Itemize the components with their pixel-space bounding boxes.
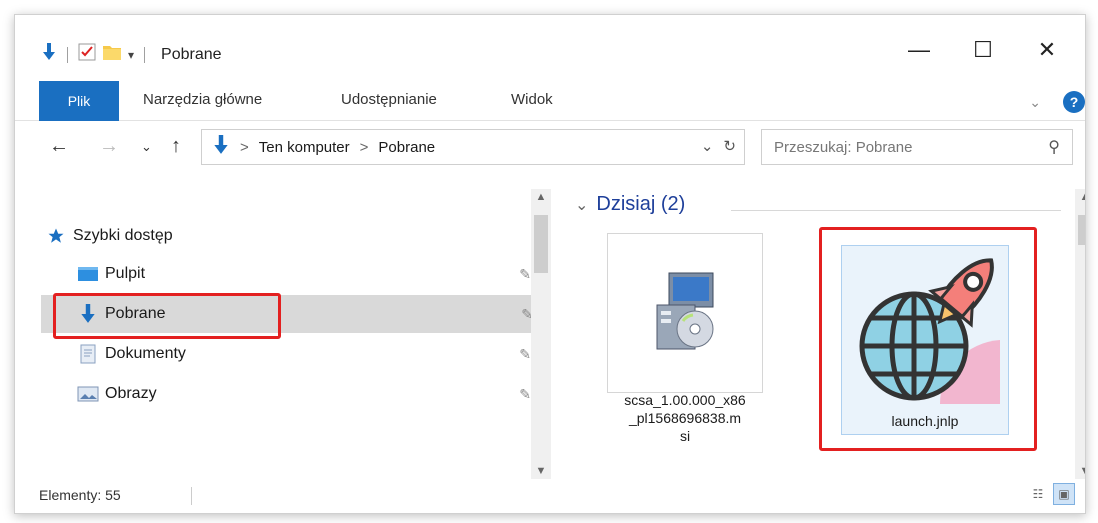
sidebar-item-dokumenty[interactable]: Dokumenty ✎ [77,335,539,373]
nav-item-label: Obrazy [105,385,157,402]
annotation-highlight-pobrane [53,293,281,339]
status-separator [191,487,192,505]
breadcrumb-this-pc[interactable]: Ten komputer [259,139,350,156]
title-bar: ▾ Pobrane — ☐ ✕ [15,15,1085,79]
address-row: ← → ⌄ ↑ > Ten komputer > Pobrane ⌄ ↻ Prz… [15,125,1085,169]
address-bar-end: ⌄ ↻ [701,137,736,155]
group-label: Dzisiaj (2) [596,193,686,215]
breadcrumb-separator[interactable]: > [240,139,249,156]
back-button[interactable]: ← [49,135,69,158]
navigation-pane: Szybki dostęp Pulpit ✎ Pobrane ✎ Dokumen… [15,175,551,479]
details-view-icon[interactable]: ☷ [1027,483,1049,505]
file-list-area: ⌄ Dzisiaj (2) scsa_1.00.000_x86 _pl15686… [571,175,1085,479]
documents-icon [77,344,99,364]
close-button[interactable]: ✕ [1027,37,1067,63]
nav-quick-access[interactable]: Szybki dostęp [45,217,533,255]
file-name-line: si [679,428,691,444]
scroll-down-icon[interactable]: ▼ [531,465,551,477]
pin-icon[interactable]: ✎ [519,386,531,403]
pictures-icon [77,385,99,403]
scrollbar-thumb[interactable] [1078,215,1085,245]
star-icon [45,227,67,245]
large-icons-view-icon[interactable]: ▣ [1053,483,1075,505]
file-item-msi[interactable]: scsa_1.00.000_x86 _pl1568696838.m si [601,235,769,475]
address-dropdown-icon[interactable]: ⌄ [701,137,714,155]
group-header-today[interactable]: ⌄ Dzisiaj (2) [575,193,685,216]
tab-home[interactable]: Narzędzia główne [143,91,262,108]
chevron-down-icon[interactable]: ⌄ [575,195,588,215]
tab-file[interactable]: Plik [39,81,119,121]
download-arrow-icon [212,135,230,159]
annotation-highlight-launch-jnlp [819,227,1037,451]
file-name-line: scsa_1.00.000_x86 [624,392,746,408]
search-placeholder: Przeszukaj: Pobrane [774,138,913,156]
customize-qat-dropdown[interactable]: ▾ [128,48,134,62]
window-title: Pobrane [161,45,222,63]
tab-share[interactable]: Udostępnianie [341,91,437,108]
forward-button[interactable]: → [99,135,119,158]
scroll-up-icon[interactable]: ▲ [1075,191,1085,203]
sidebar-item-pulpit[interactable]: Pulpit ✎ [77,255,539,293]
view-switcher: ☷ ▣ [1027,483,1075,505]
file-explorer-window: ▾ Pobrane — ☐ ✕ Plik Narzędzia główne Ud… [14,14,1086,514]
ribbon-tabs: Plik Narzędzia główne Udostępnianie Wido… [15,81,1085,121]
nav-item-label: Dokumenty [105,345,186,362]
search-input[interactable]: Przeszukaj: Pobrane ⚲ [761,129,1073,165]
search-icon: ⚲ [1048,139,1060,156]
pin-icon[interactable]: ✎ [519,266,531,283]
quick-access-toolbar: ▾ Pobrane [41,43,222,66]
address-bar[interactable]: > Ten komputer > Pobrane ⌄ ↻ [201,129,745,165]
pin-icon[interactable]: ✎ [519,346,531,363]
msi-installer-icon [645,269,725,357]
tab-view[interactable]: Widok [511,91,553,108]
up-button[interactable]: ↑ [171,135,181,158]
download-arrow-icon [41,43,57,66]
nav-item-label: Pulpit [105,265,146,282]
ribbon-expand-icon[interactable]: ⌄ [1029,94,1041,111]
recent-locations-button[interactable]: ⌄ [141,139,152,155]
desktop-icon [77,265,99,283]
scrollbar-thumb[interactable] [534,215,548,273]
new-folder-icon[interactable] [102,43,122,66]
content-scrollbar[interactable]: ▲ ▼ [1075,189,1085,479]
refresh-icon[interactable]: ↻ [723,137,736,155]
nav-scrollbar[interactable]: ▲ ▼ [531,189,551,479]
breadcrumb-downloads[interactable]: Pobrane [378,139,435,156]
scroll-up-icon[interactable]: ▲ [531,191,551,203]
item-count: Elementy: 55 [39,487,121,503]
status-bar: Elementy: 55 ☷ ▣ [15,481,1085,511]
nav-item-label: Szybki dostęp [73,227,173,244]
toolbar-separator [67,46,68,63]
toolbar-separator [144,46,146,63]
ribbon-right-controls: ⌄ ? [1029,91,1085,113]
scroll-down-icon[interactable]: ▼ [1075,465,1085,477]
minimize-button[interactable]: — [899,37,939,63]
file-name-line: _pl1568696838.m [628,410,742,426]
sidebar-item-obrazy[interactable]: Obrazy ✎ [77,375,539,413]
maximize-button[interactable]: ☐ [963,37,1003,63]
breadcrumb-separator[interactable]: > [360,139,369,156]
help-icon[interactable]: ? [1063,91,1085,113]
group-divider [731,210,1061,211]
properties-icon[interactable] [78,43,96,66]
